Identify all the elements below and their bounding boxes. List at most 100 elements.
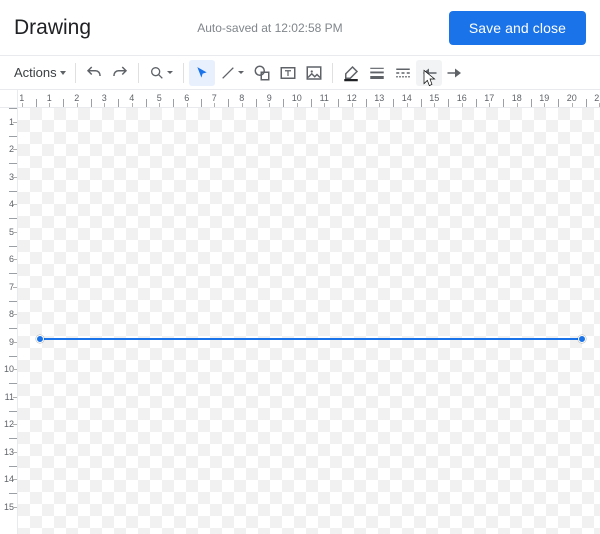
ruler-corner	[0, 90, 18, 108]
chevron-down-icon	[238, 71, 244, 74]
toolbar: Actions	[0, 56, 600, 90]
ruler-label: 12	[347, 93, 357, 103]
separator	[75, 63, 76, 83]
ruler-tick	[366, 99, 367, 107]
ruler-tick-minor	[22, 103, 23, 107]
ruler-tick	[9, 383, 17, 384]
ruler-tick-minor	[352, 103, 353, 107]
ruler-tick	[146, 99, 147, 107]
dialog-header: Drawing Auto-saved at 12:02:58 PM Save a…	[0, 0, 600, 56]
line-dash-icon	[394, 64, 412, 82]
line-color-button[interactable]	[338, 60, 364, 86]
ruler-tick-minor	[13, 177, 17, 178]
ruler-tick-minor	[13, 479, 17, 480]
redo-button[interactable]	[107, 60, 133, 86]
ruler-label: 5	[157, 93, 162, 103]
ruler-tick-minor	[242, 103, 243, 107]
ruler-tick-minor	[324, 103, 325, 107]
ruler-label: 8	[239, 93, 244, 103]
ruler-tick	[338, 99, 339, 107]
zoom-icon	[149, 65, 165, 81]
ruler-tick-minor	[104, 103, 105, 107]
ruler-tick	[118, 99, 119, 107]
autosave-status: Auto-saved at 12:02:58 PM	[111, 21, 429, 35]
zoom-button[interactable]	[144, 60, 178, 86]
ruler-tick-minor	[489, 103, 490, 107]
ruler-tick	[421, 99, 422, 107]
image-tool-button[interactable]	[301, 60, 327, 86]
ruler-tick-minor	[159, 103, 160, 107]
actions-label: Actions	[14, 65, 57, 80]
ruler-label: 13	[374, 93, 384, 103]
drawing-canvas[interactable]	[18, 108, 600, 534]
ruler-tick-minor	[297, 103, 298, 107]
ruler-label: 17	[484, 93, 494, 103]
line-tool-button[interactable]	[215, 60, 249, 86]
ruler-label: 11	[320, 93, 329, 103]
ruler-tick	[503, 99, 504, 107]
save-and-close-button[interactable]: Save and close	[449, 11, 586, 45]
ruler-tick-minor	[132, 103, 133, 107]
line-end-icon	[445, 64, 465, 82]
ruler-tick	[256, 99, 257, 107]
ruler-tick	[9, 411, 17, 412]
ruler-tick	[173, 99, 174, 107]
ruler-tick-minor	[572, 103, 573, 107]
selected-line-shape[interactable]	[40, 338, 582, 340]
textbox-tool-button[interactable]	[275, 60, 301, 86]
ruler-label: 16	[457, 93, 467, 103]
ruler-label: 19	[539, 93, 549, 103]
dialog-title: Drawing	[14, 16, 91, 40]
ruler-tick-minor	[13, 507, 17, 508]
ruler-tick	[9, 108, 17, 109]
select-tool-button[interactable]	[189, 60, 215, 86]
ruler-tick-minor	[13, 149, 17, 150]
ruler-tick-minor	[544, 103, 545, 107]
ruler-tick	[448, 99, 449, 107]
line-dash-button[interactable]	[390, 60, 416, 86]
ruler-tick	[586, 99, 587, 107]
image-icon	[305, 64, 323, 82]
ruler-tick-minor	[13, 342, 17, 343]
ruler-tick-minor	[13, 369, 17, 370]
ruler-label: 21	[594, 93, 600, 103]
ruler-tick-minor	[77, 103, 78, 107]
ruler-tick	[9, 328, 17, 329]
vertical-ruler[interactable]: 123456789101112131415	[0, 108, 18, 534]
shape-icon	[253, 64, 271, 82]
line-weight-button[interactable]	[364, 60, 390, 86]
ruler-label: 7	[212, 93, 217, 103]
ruler-tick	[9, 438, 17, 439]
ruler-tick	[9, 163, 17, 164]
undo-icon	[85, 64, 103, 82]
ruler-tick	[9, 246, 17, 247]
ruler-tick	[476, 99, 477, 107]
ruler-tick	[9, 493, 17, 494]
undo-button[interactable]	[81, 60, 107, 86]
separator	[138, 63, 139, 83]
line-end-handle[interactable]	[578, 335, 586, 343]
ruler-label: 9	[267, 93, 272, 103]
redo-icon	[111, 64, 129, 82]
actions-menu-button[interactable]: Actions	[12, 60, 70, 86]
ruler-tick-minor	[13, 204, 17, 205]
ruler-label: 6	[184, 93, 189, 103]
ruler-tick-minor	[187, 103, 188, 107]
ruler-tick-minor	[517, 103, 518, 107]
ruler-tick	[9, 136, 17, 137]
line-end-button[interactable]	[442, 60, 468, 86]
chevron-down-icon	[60, 71, 66, 75]
ruler-tick	[311, 99, 312, 107]
line-start-handle[interactable]	[36, 335, 44, 343]
horizontal-ruler[interactable]: 1123456789101112131415161718192021	[18, 90, 600, 108]
ruler-tick	[283, 99, 284, 107]
line-start-button[interactable]	[416, 60, 442, 86]
ruler-tick-minor	[13, 259, 17, 260]
select-icon	[195, 66, 209, 80]
separator	[332, 63, 333, 83]
ruler-tick	[9, 273, 17, 274]
ruler-tick-minor	[13, 424, 17, 425]
shape-tool-button[interactable]	[249, 60, 275, 86]
ruler-tick	[36, 99, 37, 107]
ruler-label: 14	[402, 93, 412, 103]
